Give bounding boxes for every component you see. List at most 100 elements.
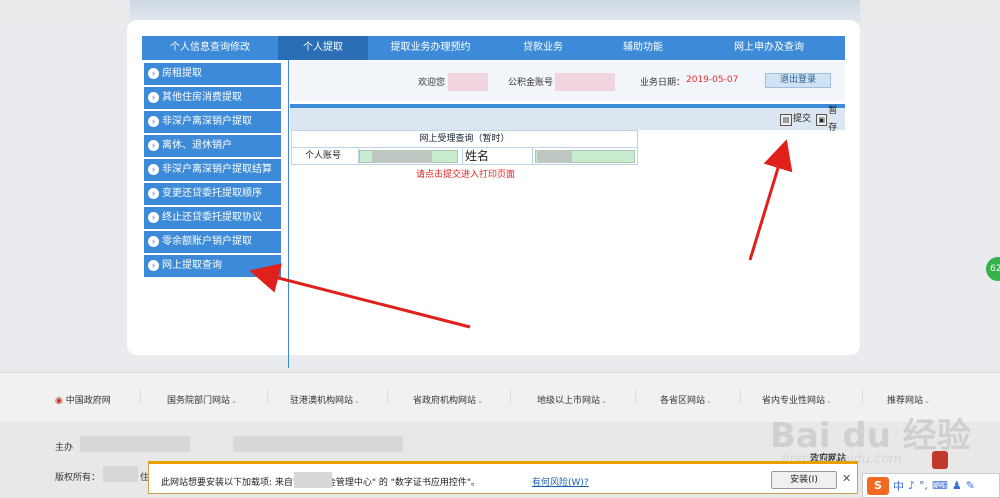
footer-link-provinces[interactable]: 各省区网站⌄ [660,393,712,406]
submit-button[interactable]: ▤ 提交 [780,111,811,128]
chevron-down-icon: ⌄ [231,397,237,405]
account-field-label: 个人账号 [305,151,342,161]
sidebar-item-terminate-agreement[interactable]: › 终止还贷委托提取协议 [144,207,281,229]
greeting-label: 欢迎您 [418,78,446,88]
install-button[interactable]: 安装(I) [771,471,837,489]
footer-link-provincial-gov[interactable]: 省政府机构网站⌄ [413,393,483,406]
ime-mode-chinese[interactable]: 中 [893,478,904,494]
moon-icon[interactable]: ♪ [908,479,915,492]
logout-button[interactable]: 退出登录 [765,73,831,88]
tab-withdrawal-appointment[interactable]: 提取业务办理预约 [368,36,493,60]
footer-link-label: 地级以上市网站 [537,396,601,406]
chevron-right-icon: › [148,116,159,127]
tools-icon[interactable]: ✎ [966,479,975,492]
header-banner-image [130,0,860,22]
save-label: 暂存 [828,105,838,133]
sidebar-item-label: 零余额账户销户提取 [162,236,252,247]
chevron-right-icon: › [148,164,159,175]
footer-link-label: 省内专业性网站 [762,396,826,406]
tab-auxiliary-functions[interactable]: 辅助功能 [593,36,693,60]
chevron-right-icon: › [148,140,159,151]
chevron-down-icon: ⌄ [924,397,930,405]
footer-link-label: 驻港澳机构网站 [290,396,354,406]
footer-link-recommended[interactable]: 推荐网站⌄ [887,393,930,406]
save-icon: ▣ [816,113,828,126]
tab-personal-info[interactable]: 个人信息查询修改 [142,36,278,60]
footer-separator [140,389,141,405]
date-label: 业务日期： [640,78,686,88]
masked-account-number [555,73,615,91]
cell-separator [532,148,533,164]
tab-loan-business[interactable]: 贷款业务 [493,36,593,60]
footer-separator [510,389,511,405]
sidebar-item-label: 房租提取 [162,68,202,79]
sidebar-item-leave-city-settlement[interactable]: › 非深户离深销户提取结算 [144,159,281,181]
sidebar: › 房租提取 › 其他住房消费提取 › 非深户离深销户提取 › 离休、退休销户 › 非深户… [142,60,289,368]
footer-link-state-council[interactable]: 国务院部门网站⌄ [167,393,237,406]
footer-link-city[interactable]: 地级以上市网站⌄ [537,393,607,406]
cell-separator [462,148,463,164]
footer-link-label: 省政府机构网站 [413,396,477,406]
footer-separator [740,389,741,405]
tab-personal-withdrawal[interactable]: 个人提取 [278,36,368,60]
footer-separator [635,389,636,405]
sidebar-item-other-housing[interactable]: › 其他住房消费提取 [144,87,281,109]
keyboard-icon[interactable]: ⌨ [932,479,948,492]
submit-label: 提交 [793,114,812,124]
chevron-right-icon: › [148,260,159,271]
addon-install-bar: 此网站想要安装以下加载项: 来自" 房公积金管理中心" 的 "数字证书应用控件"… [148,461,858,494]
sidebar-item-zero-balance[interactable]: › 零余额账户销户提取 [144,231,281,253]
skin-icon[interactable]: ♟ [952,479,962,492]
footer-separator [862,389,863,405]
submit-icon: ▤ [780,113,792,126]
footer-link-label: 中国政府网 [65,396,111,406]
sidebar-item-label: 网上提取查询 [162,260,222,271]
sidebar-item-label: 终止还贷委托提取协议 [162,212,262,223]
host-label: 主办 [55,443,74,453]
action-toolbar: ▤ 提交 ▣ 暂存 [290,106,845,133]
footer-separator [267,389,268,405]
sidebar-item-retirement[interactable]: › 离休、退休销户 [144,135,281,157]
close-icon[interactable]: ✕ [842,472,851,485]
tab-online-application[interactable]: 网上申办及查询 [693,36,845,60]
top-strip [0,0,1000,22]
sidebar-item-rent[interactable]: › 房租提取 [144,63,281,85]
welcome-bar: 欢迎您 公积金账号 业务日期： 2019-05-07 退出登录 [290,61,845,101]
footer-link-hk-macau[interactable]: 驻港澳机构网站⌄ [290,393,360,406]
sidebar-item-label: 非深户离深销户提取 [162,116,252,127]
chevron-down-icon: ⌄ [354,397,360,405]
chevron-right-icon: › [148,236,159,247]
sogou-logo-icon[interactable]: S [867,476,889,495]
masked-copyright [103,466,138,482]
copyright-label: 版权所有： [55,473,101,483]
sidebar-item-label: 其他住房消费提取 [162,92,242,103]
chevron-down-icon: ⌄ [601,397,607,405]
masked-host-info [233,436,403,452]
chevron-down-icon: ⌄ [826,397,832,405]
footer-link-label: 推荐网站 [887,396,924,406]
print-tip: 请点击提交进入打印页面 [416,170,516,180]
save-draft-button[interactable]: ▣ 暂存 [816,106,845,133]
masked-name-value [537,150,572,163]
sidebar-item-label: 变更还贷委托提取顺序 [162,188,262,199]
chevron-right-icon: › [148,92,159,103]
sidebar-item-label: 非深户离深销户提取结算 [162,164,272,175]
punctuation-icon[interactable]: °, [919,479,928,492]
masked-account-value [372,150,432,163]
name-field-label: 姓名 [465,149,490,163]
sidebar-item-online-query[interactable]: › 网上提取查询 [144,255,281,277]
chevron-right-icon: › [148,212,159,223]
sidebar-item-change-order[interactable]: › 变更还贷委托提取顺序 [144,183,281,205]
chevron-right-icon: › [148,68,159,79]
risk-link[interactable]: 有何风险(W)? [532,475,589,488]
ime-toolbar: S 中 ♪ °, ⌨ ♟ ✎ [862,473,1000,498]
top-navigation: 个人信息查询修改 个人提取 提取业务办理预约 贷款业务 辅助功能 网上申办及查询 [142,36,845,60]
sidebar-item-leave-city[interactable]: › 非深户离深销户提取 [144,111,281,133]
sidebar-item-label: 离休、退休销户 [162,140,232,151]
footer-link-label: 各省区网站 [660,396,706,406]
footer-link-professional[interactable]: 省内专业性网站⌄ [762,393,832,406]
form-row: 个人账号 姓名 [291,147,638,165]
footer-link-china-gov[interactable]: ◉ 中国政府网 [55,393,111,406]
national-emblem-icon: ◉ [55,396,63,406]
form-title: 网上受理查询（暂时） [291,130,638,147]
